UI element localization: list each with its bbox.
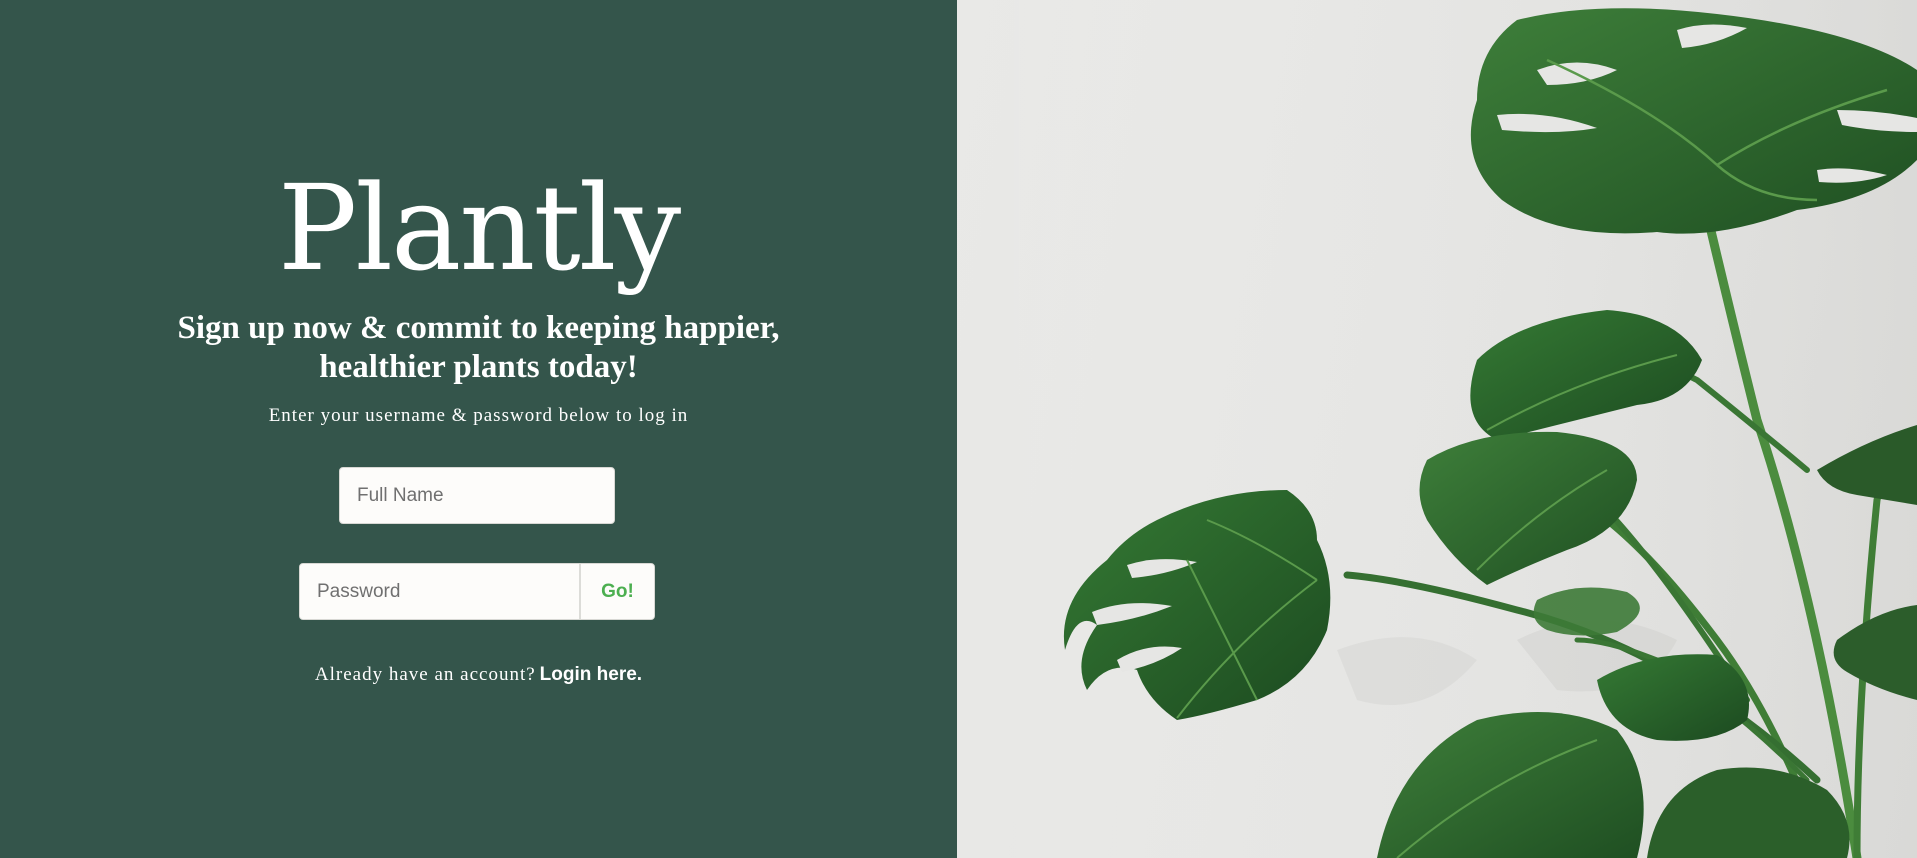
monstera-plant-illustration [957, 0, 1917, 858]
signup-headline: Sign up now & commit to keeping happier,… [0, 309, 957, 387]
headline-line-1: Sign up now & commit to keeping happier, [177, 310, 780, 346]
login-instruction: Enter your username & password below to … [268, 405, 689, 426]
headline-line-2: healthier plants today! [319, 349, 638, 385]
password-input[interactable] [300, 564, 581, 619]
login-link[interactable]: Login here. [540, 664, 642, 685]
login-prompt: Already have an account? [314, 664, 536, 685]
hero-image [957, 0, 1917, 858]
brand-logo: Plantly [277, 159, 681, 297]
full-name-input[interactable] [339, 467, 615, 524]
signup-page: Plantly Sign up now & commit to keeping … [0, 0, 1917, 858]
go-button[interactable]: Go! [581, 564, 654, 619]
password-group: Go! [299, 563, 655, 620]
signup-panel: Plantly Sign up now & commit to keeping … [0, 0, 957, 858]
login-row: Already have an account? Login here. [0, 664, 957, 686]
